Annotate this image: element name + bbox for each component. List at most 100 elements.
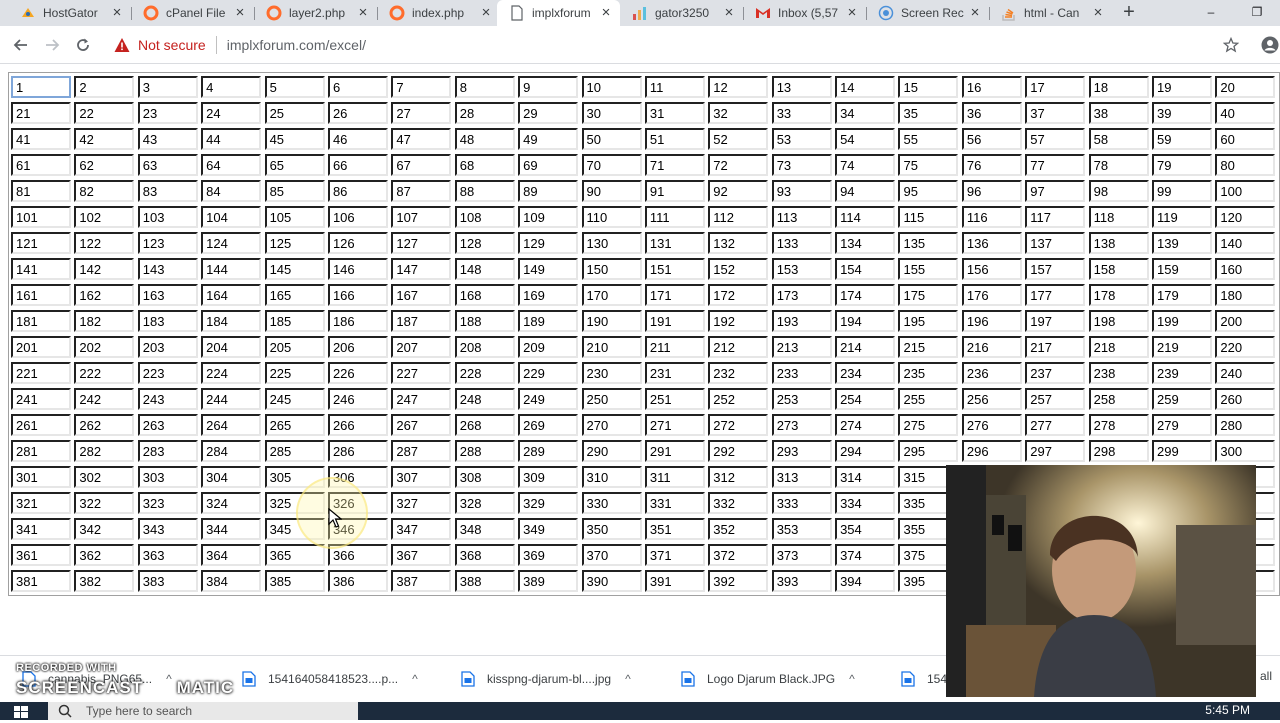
cell-input[interactable]: 30	[581, 102, 642, 124]
cell-input[interactable]: 100	[1215, 180, 1276, 202]
cell-input[interactable]: 175	[898, 284, 959, 306]
tab-inbox[interactable]: Inbox (5,57 ×	[743, 0, 866, 26]
cell-input[interactable]: 141	[11, 258, 71, 280]
cell-input[interactable]: 362	[74, 544, 135, 566]
cell-input[interactable]: 201	[11, 336, 71, 358]
cell-input[interactable]: 87	[391, 180, 452, 202]
cell-input[interactable]: 17	[1025, 76, 1086, 98]
cell-input[interactable]: 267	[391, 414, 452, 436]
cell-input[interactable]: 44	[201, 128, 262, 150]
cell-input[interactable]: 29	[518, 102, 579, 124]
cell-input[interactable]: 207	[391, 336, 452, 358]
chevron-up-icon[interactable]: ^	[625, 672, 631, 686]
cell-input[interactable]: 349	[518, 518, 579, 540]
cell-input[interactable]: 184	[201, 310, 262, 332]
cell-input[interactable]: 365	[264, 544, 325, 566]
cell-input[interactable]: 383	[137, 570, 198, 592]
cell-input[interactable]: 61	[11, 154, 71, 176]
cell-input[interactable]: 139	[1152, 232, 1213, 254]
cell-input[interactable]: 105	[264, 206, 325, 228]
cell-input[interactable]: 185	[264, 310, 325, 332]
cell-input[interactable]: 63	[137, 154, 198, 176]
cell-input[interactable]: 173	[771, 284, 832, 306]
cell-input[interactable]: 52	[708, 128, 769, 150]
tab-index-php[interactable]: index.php ×	[377, 0, 500, 26]
cell-input[interactable]: 187	[391, 310, 452, 332]
cell-input[interactable]: 314	[835, 466, 896, 488]
cell-input[interactable]: 26	[327, 102, 388, 124]
cell-input[interactable]: 128	[454, 232, 515, 254]
cell-input[interactable]: 117	[1025, 206, 1086, 228]
cell-input[interactable]: 88	[454, 180, 515, 202]
cell-input[interactable]: 219	[1152, 336, 1213, 358]
cell-input[interactable]: 228	[454, 362, 515, 384]
cell-input[interactable]: 137	[1025, 232, 1086, 254]
cell-input[interactable]: 177	[1025, 284, 1086, 306]
cell-input[interactable]: 334	[835, 492, 896, 514]
cell-input[interactable]: 389	[518, 570, 579, 592]
cell-input[interactable]: 108	[454, 206, 515, 228]
cell-input[interactable]: 114	[835, 206, 896, 228]
cell-input[interactable]: 279	[1152, 414, 1213, 436]
close-icon[interactable]: ×	[721, 5, 737, 21]
cell-input[interactable]: 394	[835, 570, 896, 592]
cell-input[interactable]: 224	[201, 362, 262, 384]
cell-input[interactable]: 66	[327, 154, 388, 176]
tab-gator3250[interactable]: gator3250 ×	[620, 0, 743, 26]
cell-input[interactable]: 2	[74, 76, 135, 98]
cell-input[interactable]: 369	[518, 544, 579, 566]
cell-input[interactable]: 225	[264, 362, 325, 384]
cell-input[interactable]: 167	[391, 284, 452, 306]
reload-button[interactable]	[72, 34, 94, 56]
cell-input[interactable]: 7	[391, 76, 452, 98]
cell-input[interactable]: 212	[708, 336, 769, 358]
cell-input[interactable]: 285	[264, 440, 325, 462]
cell-input[interactable]: 186	[327, 310, 388, 332]
cell-input[interactable]: 191	[644, 310, 705, 332]
close-icon[interactable]: ×	[478, 5, 494, 21]
cell-input[interactable]: 239	[1152, 362, 1213, 384]
cell-input[interactable]: 12	[708, 76, 769, 98]
cell-input[interactable]: 227	[391, 362, 452, 384]
download-item[interactable]: Logo Djarum Black.JPG ^	[681, 666, 855, 692]
cell-input[interactable]: 209	[518, 336, 579, 358]
cell-input[interactable]: 90	[581, 180, 642, 202]
cell-input[interactable]: 110	[581, 206, 642, 228]
cell-input[interactable]: 81	[11, 180, 71, 202]
cell-input[interactable]: 73	[771, 154, 832, 176]
cell-input[interactable]: 323	[137, 492, 198, 514]
cell-input[interactable]: 77	[1025, 154, 1086, 176]
cell-input[interactable]: 385	[264, 570, 325, 592]
cell-input[interactable]: 168	[454, 284, 515, 306]
cell-input[interactable]: 242	[74, 388, 135, 410]
cell-input[interactable]: 289	[518, 440, 579, 462]
tab-implxforum[interactable]: implxforum ×	[497, 0, 620, 26]
cell-input[interactable]: 107	[391, 206, 452, 228]
url-text[interactable]: implxforum.com/excel/	[227, 37, 366, 53]
cell-input[interactable]: 276	[961, 414, 1022, 436]
cell-input[interactable]: 300	[1215, 440, 1276, 462]
cell-input[interactable]: 32	[708, 102, 769, 124]
cell-input[interactable]: 121	[11, 232, 71, 254]
cell-input[interactable]: 147	[391, 258, 452, 280]
cell-input[interactable]: 45	[264, 128, 325, 150]
cell-input[interactable]: 58	[1088, 128, 1149, 150]
cell-input[interactable]: 204	[201, 336, 262, 358]
cell-input[interactable]: 391	[644, 570, 705, 592]
cell-input[interactable]: 298	[1088, 440, 1149, 462]
cell-input[interactable]: 295	[898, 440, 959, 462]
cell-input[interactable]: 155	[898, 258, 959, 280]
cell-input[interactable]: 9	[518, 76, 579, 98]
cell-input[interactable]: 83	[137, 180, 198, 202]
cell-input[interactable]: 342	[74, 518, 135, 540]
cell-input[interactable]: 20	[1215, 76, 1276, 98]
cell-input[interactable]: 50	[581, 128, 642, 150]
cell-input[interactable]: 237	[1025, 362, 1086, 384]
cell-input[interactable]: 157	[1025, 258, 1086, 280]
cell-input[interactable]: 354	[835, 518, 896, 540]
cell-input[interactable]: 251	[644, 388, 705, 410]
cell-input[interactable]: 125	[264, 232, 325, 254]
cell-input[interactable]: 192	[708, 310, 769, 332]
cell-input[interactable]: 208	[454, 336, 515, 358]
cell-input[interactable]: 70	[581, 154, 642, 176]
